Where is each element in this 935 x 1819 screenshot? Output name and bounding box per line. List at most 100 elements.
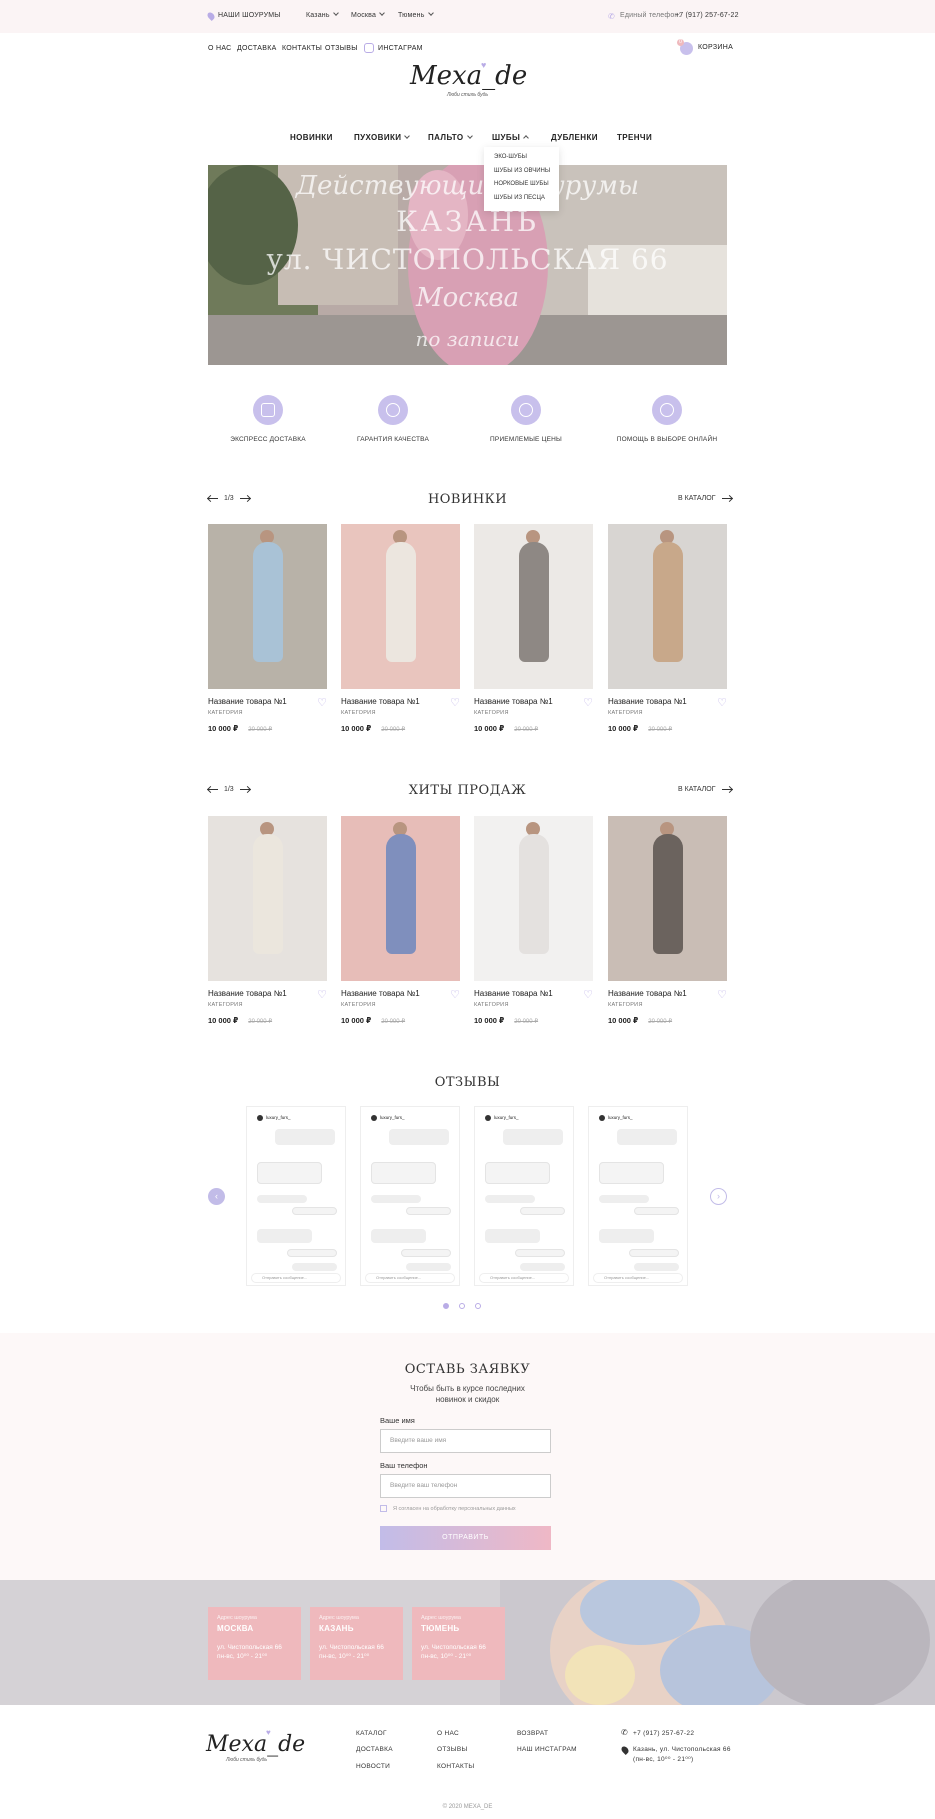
city-select-kazan[interactable]: Казань [306,10,339,19]
footer-link-news[interactable]: НОВОСТИ [356,1763,390,1770]
heart-icon[interactable]: ♡ [450,696,460,709]
heart-icon[interactable]: ♡ [583,988,593,1001]
footer-link-reviews[interactable]: ОТЗЫВЫ [437,1746,468,1753]
heart-icon[interactable]: ♡ [717,696,727,709]
nav-link-about[interactable]: О НАС [208,45,232,52]
product-category: КАТЕГОРИЯ [474,1002,509,1008]
product-image[interactable] [474,816,593,981]
heart-icon[interactable]: ♡ [317,696,327,709]
review-username: luxury_furs_ [608,1115,633,1120]
name-label: Ваше имя [380,1416,415,1425]
heart-icon[interactable]: ♡ [717,988,727,1001]
message-bubble [257,1229,312,1243]
instagram-icon[interactable] [364,43,374,53]
phone-input[interactable]: Введите ваш телефон [380,1474,551,1498]
dropdown-item-fox-furs[interactable]: ШУБЫ ИЗ ПЕСЦА [484,192,559,206]
product-name[interactable]: Название товара №1 [208,697,327,706]
footer-address: Казань, ул. Чистопольская 66 [633,1746,731,1753]
footer-link-about[interactable]: О НАС [437,1730,459,1737]
heart-icon[interactable]: ♡ [583,696,593,709]
model-coat [653,834,683,954]
product-name[interactable]: Название товара №1 [608,697,727,706]
footer-phone[interactable]: +7 (917) 257-67-22 [633,1730,694,1737]
carousel-prev-button[interactable]: ‹ [208,1188,225,1205]
product-card[interactable]: Название товара №1 КАТЕГОРИЯ 10 000 ₽ 20 00… [474,816,593,1025]
product-name[interactable]: Название товара №1 [341,989,460,998]
carousel-dot[interactable] [459,1303,465,1309]
product-price: 10 000 ₽ 20 000 ₽ [608,724,727,733]
model-coat [519,542,549,662]
showroom-card-kazan[interactable]: Адрес шоурума КАЗАНЬ ул. Чистопольская 6… [310,1607,403,1680]
footer-logo[interactable]: Mexa_de Люби стиль будь ♥ [206,1728,305,1763]
catalog-link-hits[interactable]: В КАТАЛОГ [678,786,733,793]
product-card[interactable]: Название товара №1 КАТЕГОРИЯ 10 000 ₽ 20 00… [208,524,327,733]
heart-icon[interactable]: ♡ [450,988,460,1001]
product-image[interactable] [608,524,727,689]
form-subtitle: Чтобы быть в курсе последних новинок и с… [0,1383,935,1405]
menu-item-sheepskin[interactable]: ДУБЛЕНКИ [551,133,598,142]
city-select-moscow[interactable]: Москва [351,10,385,19]
product-price: 10 000 ₽ 20 000 ₽ [208,724,327,733]
dropdown-item-sheepskin-furs[interactable]: ШУБЫ ИЗ ОВЧИНЫ [484,165,559,179]
product-image[interactable] [341,524,460,689]
nav-link-instagram[interactable]: ИНСТАГРАМ [378,45,423,52]
product-name[interactable]: Название товара №1 [341,697,460,706]
phone-icon: ✆ [608,12,615,21]
showrooms-label[interactable]: НАШИ ШОУРУМЫ [218,12,281,19]
product-card[interactable]: Название товара №1 КАТЕГОРИЯ 10 000 ₽ 20 00… [474,524,593,733]
product-name[interactable]: Название товара №1 [474,989,593,998]
footer-link-contacts[interactable]: КОНТАКТЫ [437,1763,474,1770]
nav-link-reviews[interactable]: ОТЗЫВЫ [325,45,358,52]
review-screenshot: luxury_furs_ Отправить сообщение... [588,1106,688,1286]
consent-checkbox[interactable] [380,1505,387,1512]
product-card[interactable]: Название товара №1 КАТЕГОРИЯ 10 000 ₽ 20 00… [341,816,460,1025]
menu-item-new[interactable]: НОВИНКИ [290,133,333,142]
message-bubble [515,1249,565,1257]
product-image[interactable] [208,816,327,981]
carousel-dot-active[interactable] [443,1303,449,1309]
product-price: 10 000 ₽ 20 000 ₽ [341,724,460,733]
showroom-label: Адрес шоурума [421,1615,461,1621]
product-image[interactable] [608,816,727,981]
product-image[interactable] [341,816,460,981]
menu-item-trench[interactable]: ТРЕНЧИ [617,133,652,142]
submit-button[interactable]: ОТПРАВИТЬ [380,1526,551,1550]
product-image[interactable] [474,524,593,689]
menu-item-furs[interactable]: ШУБЫ [492,133,530,142]
product-card[interactable]: Название товара №1 КАТЕГОРИЯ 10 000 ₽ 20 00… [608,524,727,733]
product-name[interactable]: Название товара №1 [608,989,727,998]
name-input[interactable]: Введите ваше имя [380,1429,551,1453]
product-category: КАТЕГОРИЯ [608,710,643,716]
product-card[interactable]: Название товара №1 КАТЕГОРИЯ 10 000 ₽ 20 00… [208,816,327,1025]
heart-icon[interactable]: ♡ [317,988,327,1001]
city-select-tyumen[interactable]: Тюмень [398,10,434,19]
footer-link-returns[interactable]: ВОЗВРАТ [517,1730,548,1737]
dropdown-item-eco-furs[interactable]: ЭКО-ШУБЫ [484,151,559,165]
menu-item-coats[interactable]: ПАЛЬТО [428,133,473,142]
hero-line-5: по записи [415,327,520,351]
product-image[interactable] [208,524,327,689]
menu-item-puffers[interactable]: ПУХОВИКИ [354,133,411,142]
footer-link-catalog[interactable]: КАТАЛОГ [356,1730,387,1737]
nav-link-contacts[interactable]: КОНТАКТЫ [282,45,322,52]
avatar [599,1115,605,1121]
logo[interactable]: Mexa_de Люби стиль будь ♥ [410,60,527,107]
section-title-hits: ХИТЫ ПРОДАЖ [408,783,527,798]
feature-label: ЭКСПРЕСС ДОСТАВКА [230,436,306,443]
nav-link-delivery[interactable]: ДОСТАВКА [237,45,277,52]
dropdown-item-mink-furs[interactable]: НОРКОВЫЕ ШУБЫ [484,178,559,192]
product-name[interactable]: Название товара №1 [208,989,327,998]
hero-banner[interactable]: Действующий шоурумы КАЗАНЬ ул. ЧИСТОПОЛЬ… [208,165,727,365]
carousel-next-button[interactable]: › [710,1188,727,1205]
showroom-card-moscow[interactable]: Адрес шоурума МОСКВА ул. Чистопольская 6… [208,1607,301,1680]
carousel-dot[interactable] [475,1303,481,1309]
showroom-card-tyumen[interactable]: Адрес шоурума ТЮМЕНЬ ул. Чистопольская 6… [412,1607,505,1680]
phone-link[interactable]: +7 (917) 257-67-22 [675,12,739,19]
footer-link-delivery[interactable]: ДОСТАВКА [356,1746,393,1753]
product-name[interactable]: Название товара №1 [474,697,593,706]
catalog-link-new[interactable]: В КАТАЛОГ [678,495,733,502]
footer-link-instagram[interactable]: НАШ ИНСТАГРАМ [517,1746,577,1753]
product-card[interactable]: Название товара №1 КАТЕГОРИЯ 10 000 ₽ 20 00… [608,816,727,1025]
cart-link[interactable]: КОРЗИНА [698,44,733,51]
product-card[interactable]: Название товара №1 КАТЕГОРИЯ 10 000 ₽ 20 00… [341,524,460,733]
